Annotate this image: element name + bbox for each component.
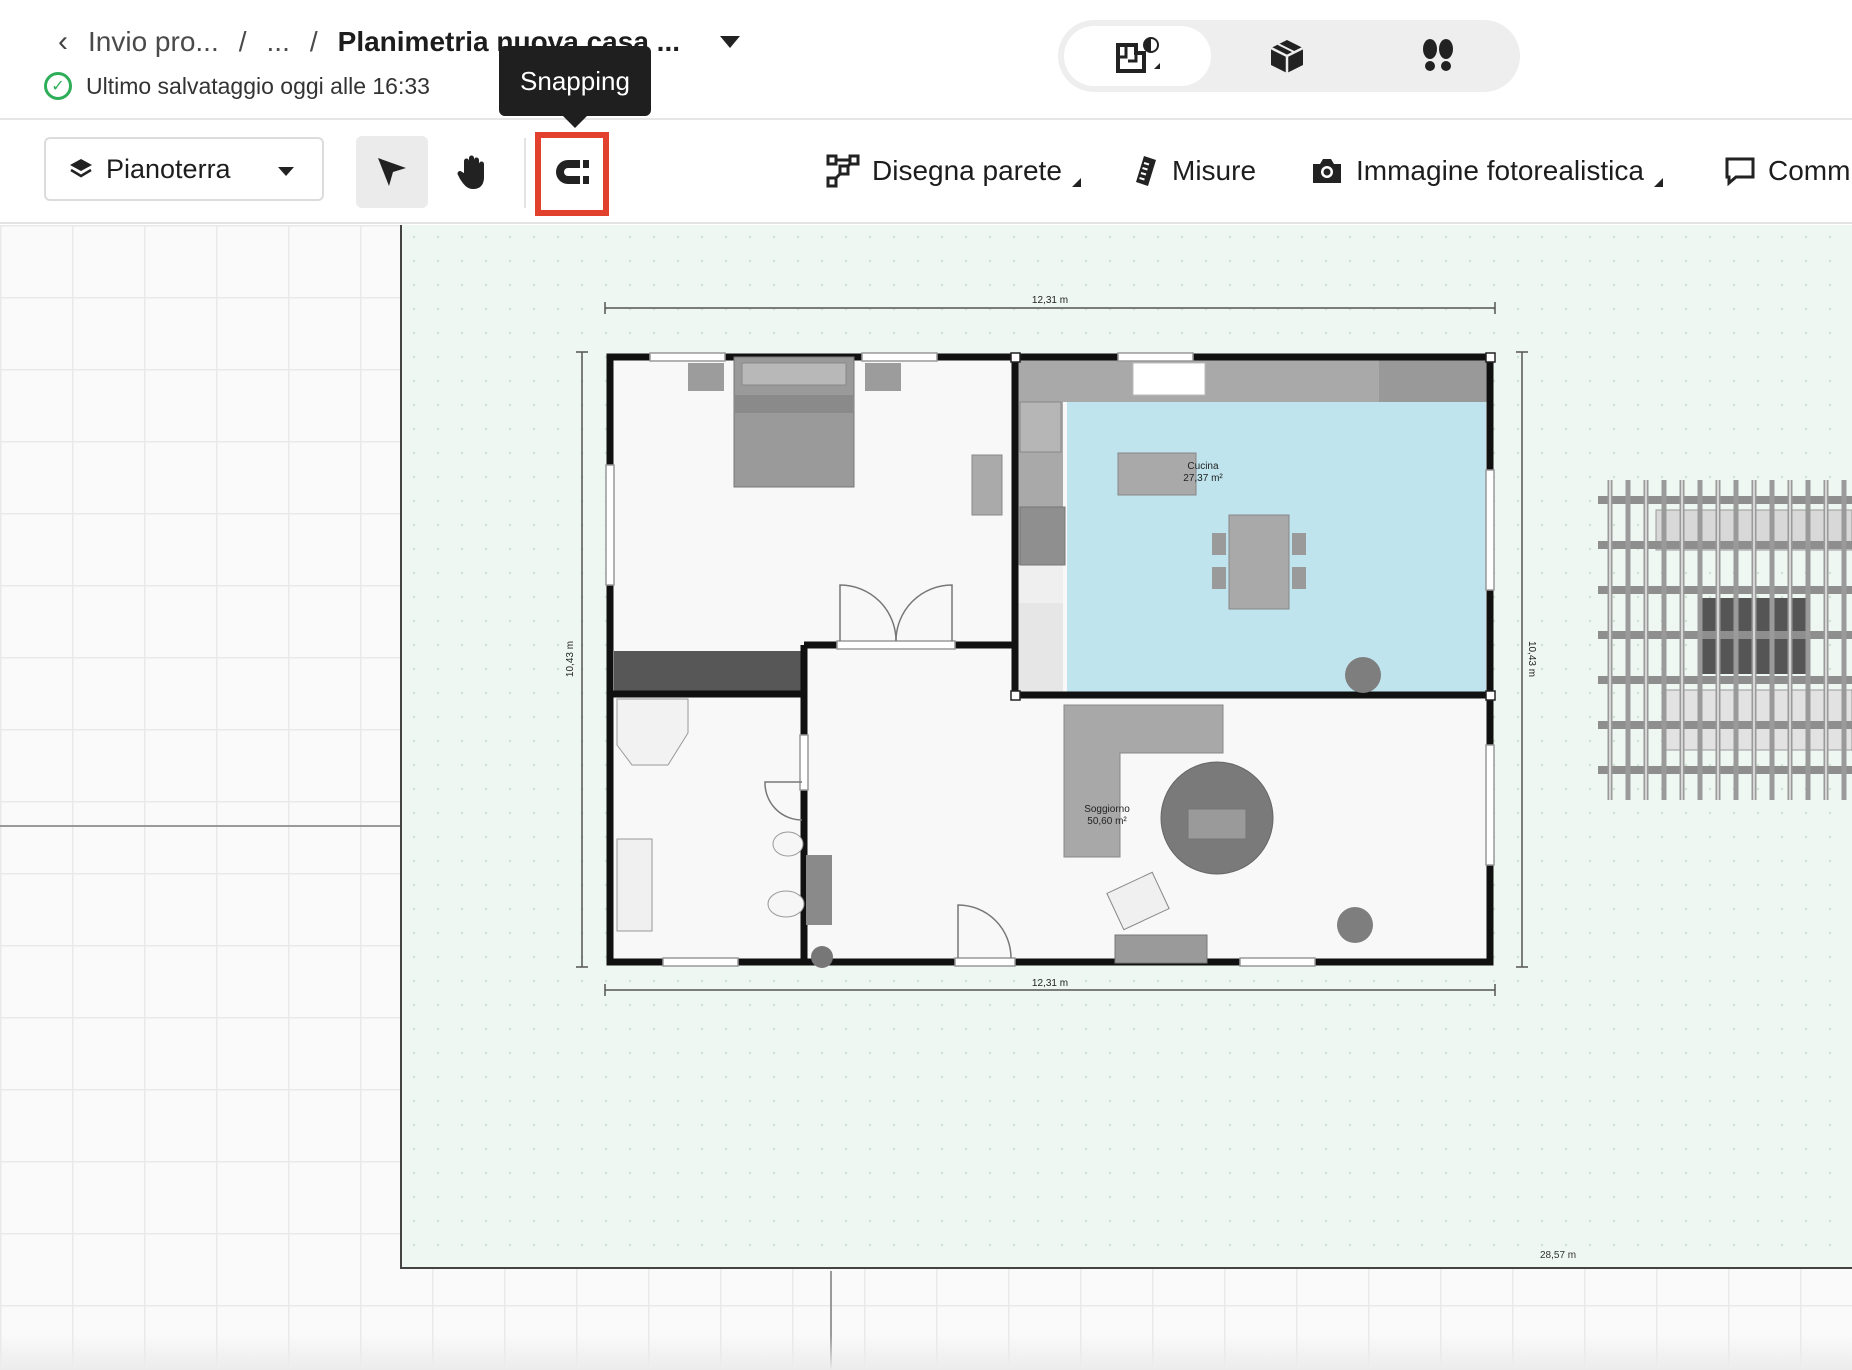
lot-width-label: 28,57 m bbox=[1540, 1250, 1577, 1261]
dim-right-label: 10,43 m bbox=[1526, 641, 1537, 677]
top-header: ‹ Invio pro... / ... / Planimetria nuova… bbox=[0, 0, 1852, 120]
floorplan-canvas[interactable]: 28,57 m 12,31 m 12,31 m 10,43 m 10,43 m … bbox=[0, 225, 1852, 1370]
toolbar-divider bbox=[524, 138, 526, 208]
layers-icon bbox=[70, 159, 92, 178]
footsteps-icon bbox=[1423, 39, 1454, 71]
appliance bbox=[1019, 401, 1062, 453]
comments-button[interactable]: Comm bbox=[1724, 148, 1850, 194]
bidet[interactable] bbox=[767, 890, 805, 918]
draw-wall-button[interactable]: Disegna parete bbox=[826, 148, 1081, 194]
bed[interactable] bbox=[733, 356, 855, 488]
guide-line bbox=[0, 825, 400, 827]
view-mode-switcher bbox=[1058, 20, 1520, 92]
kitchen-sink bbox=[1132, 362, 1206, 396]
pergola[interactable] bbox=[1590, 470, 1852, 810]
coffee-table[interactable] bbox=[1187, 808, 1247, 840]
draw-wall-icon bbox=[826, 154, 860, 188]
photorealistic-image-button[interactable]: Immagine fotorealistica bbox=[1310, 148, 1663, 194]
nightstand[interactable] bbox=[865, 363, 901, 391]
chevron-left-icon[interactable]: ‹ bbox=[58, 25, 68, 59]
sideboard[interactable] bbox=[1114, 934, 1208, 964]
submenu-indicator bbox=[1653, 177, 1663, 187]
view-2d-button[interactable] bbox=[1064, 26, 1212, 86]
toilet[interactable] bbox=[772, 831, 804, 857]
dining-table[interactable] bbox=[1228, 514, 1290, 610]
tv-stand[interactable] bbox=[971, 454, 1003, 516]
washer[interactable] bbox=[806, 855, 832, 925]
room-area-cucina: 27,37 m² bbox=[1183, 473, 1223, 484]
comments-label: Comm bbox=[1768, 155, 1851, 186]
canvas-bottom-fade bbox=[0, 1335, 1852, 1370]
appliance bbox=[1019, 506, 1066, 566]
floor-selector[interactable]: Pianoterra bbox=[44, 137, 324, 201]
camera-icon bbox=[1313, 159, 1341, 183]
submenu-indicator bbox=[1071, 177, 1081, 187]
ruler-icon bbox=[1136, 156, 1156, 186]
pan-tool-button[interactable] bbox=[437, 136, 509, 208]
measures-button[interactable]: Misure bbox=[1132, 148, 1256, 194]
dim-top-label: 12,31 m bbox=[1032, 295, 1068, 306]
measures-label: Misure bbox=[1172, 155, 1257, 186]
floor-selector-label: Pianoterra bbox=[106, 153, 231, 184]
hand-icon bbox=[457, 155, 484, 189]
snapping-tooltip: Snapping bbox=[499, 46, 651, 128]
floorplan-2d-icon bbox=[1115, 37, 1160, 73]
plant bbox=[1337, 907, 1373, 943]
drain bbox=[811, 946, 833, 968]
plant bbox=[1345, 657, 1381, 693]
breadcrumb-separator: / bbox=[238, 26, 247, 57]
dim-left-label: 10,43 m bbox=[565, 641, 576, 677]
draw-wall-label: Disegna parete bbox=[872, 155, 1062, 186]
house-floorplan[interactable]: 12,31 m 12,31 m 10,43 m 10,43 m Cucina 2… bbox=[560, 275, 1560, 1075]
room-name-cucina: Cucina bbox=[1187, 461, 1219, 472]
select-tool-button[interactable] bbox=[356, 136, 428, 208]
kitchen-counter bbox=[1018, 565, 1063, 603]
chevron-down-icon bbox=[278, 167, 294, 176]
breadcrumb-separator: / bbox=[309, 26, 318, 57]
view-walkthrough-button[interactable] bbox=[1363, 26, 1514, 86]
closet bbox=[614, 651, 804, 691]
comment-icon bbox=[1725, 157, 1755, 186]
breadcrumb-project[interactable]: Invio pro... bbox=[88, 26, 219, 58]
save-status-text: Ultimo salvataggio oggi alle 16:33 bbox=[86, 72, 430, 99]
breadcrumb-ellipsis[interactable]: ... bbox=[267, 26, 290, 58]
view-3d-button[interactable] bbox=[1211, 26, 1362, 86]
kitchen-counter bbox=[1018, 603, 1063, 695]
room-area-soggiorno: 50,60 m² bbox=[1087, 816, 1127, 827]
room-name-soggiorno: Soggiorno bbox=[1084, 804, 1130, 815]
title-menu-chevron-down-icon[interactable] bbox=[720, 36, 741, 48]
bathroom-vanity[interactable] bbox=[616, 838, 653, 932]
nightstand[interactable] bbox=[688, 363, 724, 391]
photorealistic-image-label: Immagine fotorealistica bbox=[1356, 155, 1644, 186]
kitchen-counter bbox=[1379, 360, 1486, 402]
cursor-arrow-icon bbox=[378, 158, 406, 186]
dim-bottom-label: 12,31 m bbox=[1032, 978, 1068, 989]
save-status: ✓ Ultimo salvataggio oggi alle 16:33 bbox=[44, 70, 430, 102]
check-circle-icon: ✓ bbox=[44, 72, 72, 100]
cube-3d-icon bbox=[1270, 40, 1304, 73]
snapping-highlight bbox=[535, 132, 609, 216]
editor-toolbar: Pianoterra Disegna parete Misure Immagin… bbox=[0, 122, 1852, 224]
